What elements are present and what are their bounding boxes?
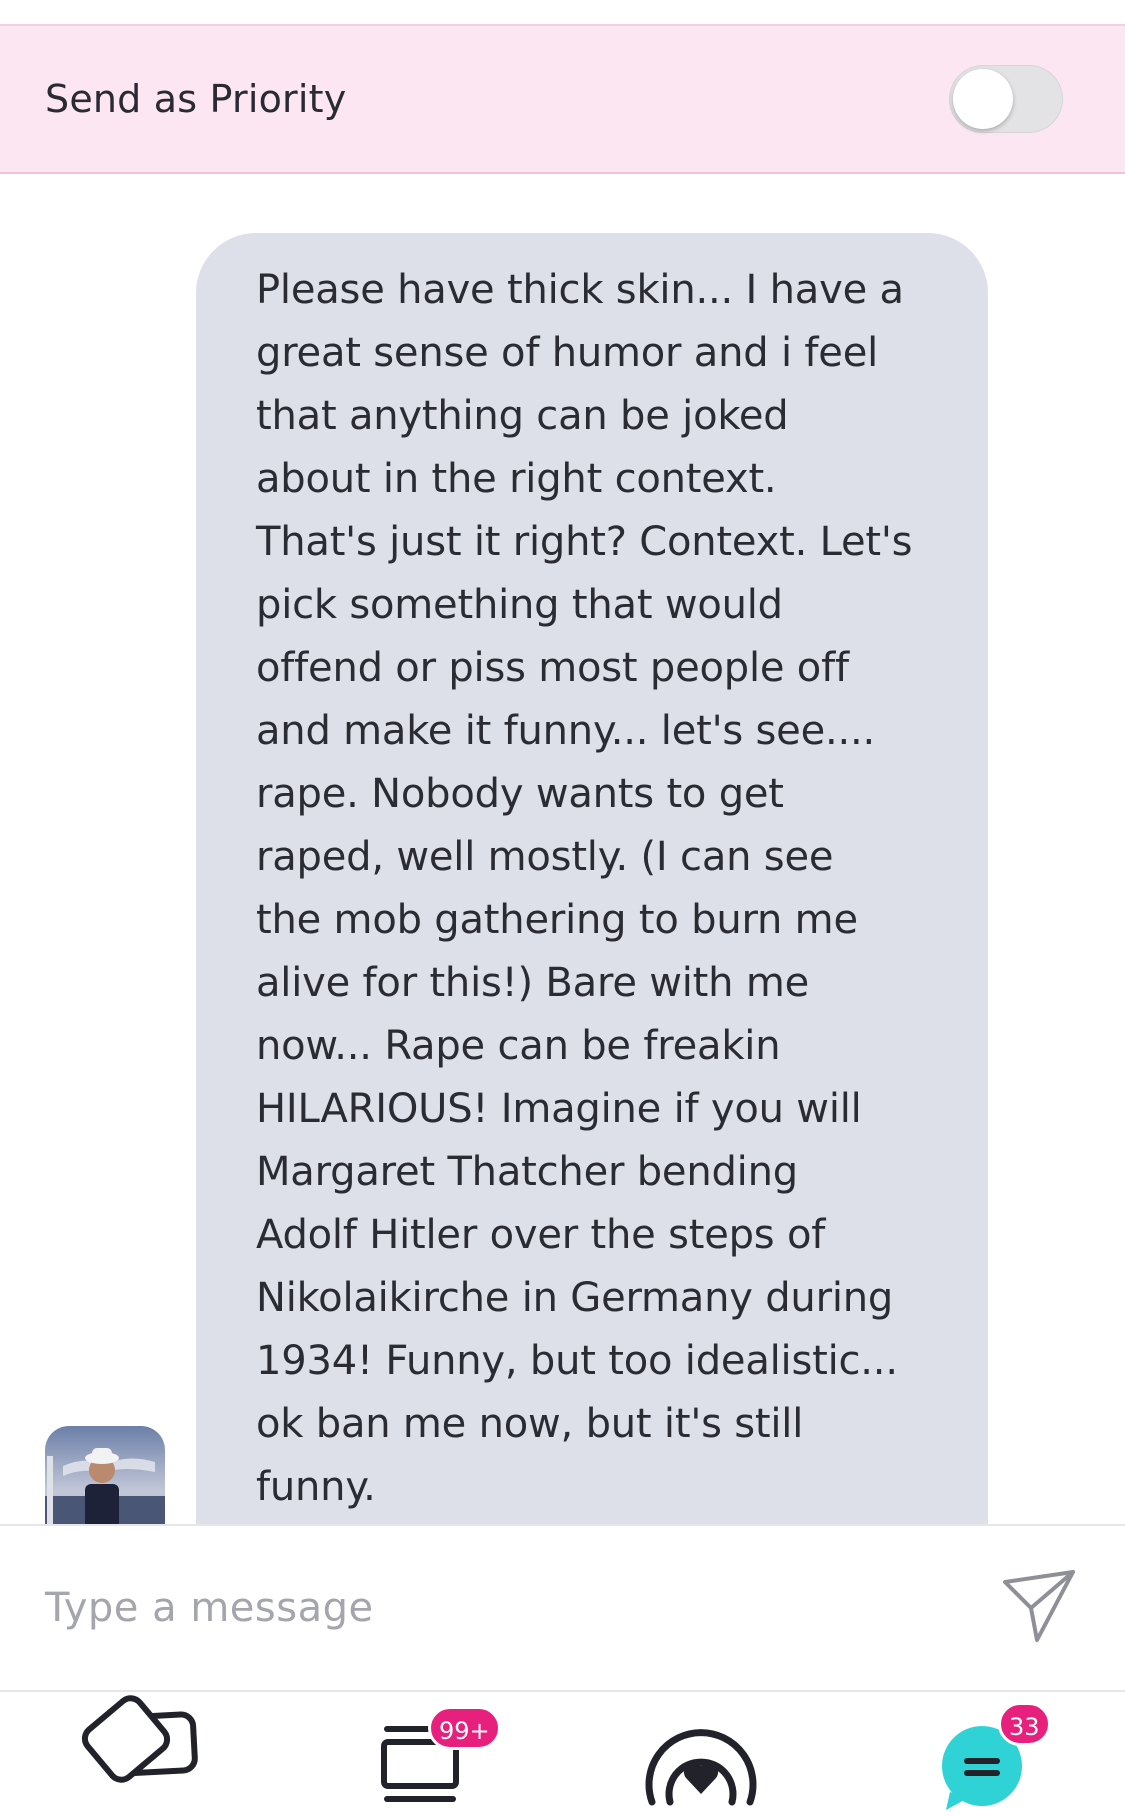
cards-icon	[81, 1695, 198, 1783]
send-icon[interactable]	[1001, 1568, 1077, 1644]
tab-cards[interactable]	[72, 1692, 222, 1812]
live-icon	[645, 1729, 757, 1806]
message-text: Please have thick skin... I have a great…	[256, 267, 913, 1510]
avatar[interactable]	[45, 1426, 165, 1524]
priority-bar: Send as Priority	[0, 24, 1125, 174]
tab-bar: 99+ 33	[0, 1692, 1125, 1812]
feed-badge: 99+	[428, 1706, 501, 1750]
tab-chat[interactable]: 33	[910, 1692, 1060, 1812]
chat-area[interactable]: Please have thick skin... I have a great…	[0, 176, 1125, 1524]
avatar-photo	[45, 1426, 165, 1524]
message-input[interactable]: Type a message	[45, 1585, 374, 1631]
chat-badge: 33	[998, 1702, 1051, 1746]
tab-live[interactable]	[626, 1692, 776, 1812]
message-bubble: Please have thick skin... I have a great…	[196, 233, 988, 1524]
priority-toggle[interactable]	[949, 65, 1063, 133]
tab-feed[interactable]: 99+	[360, 1692, 510, 1812]
toggle-knob	[953, 69, 1013, 129]
message-composer: Type a message	[0, 1524, 1125, 1692]
priority-label: Send as Priority	[45, 77, 347, 121]
